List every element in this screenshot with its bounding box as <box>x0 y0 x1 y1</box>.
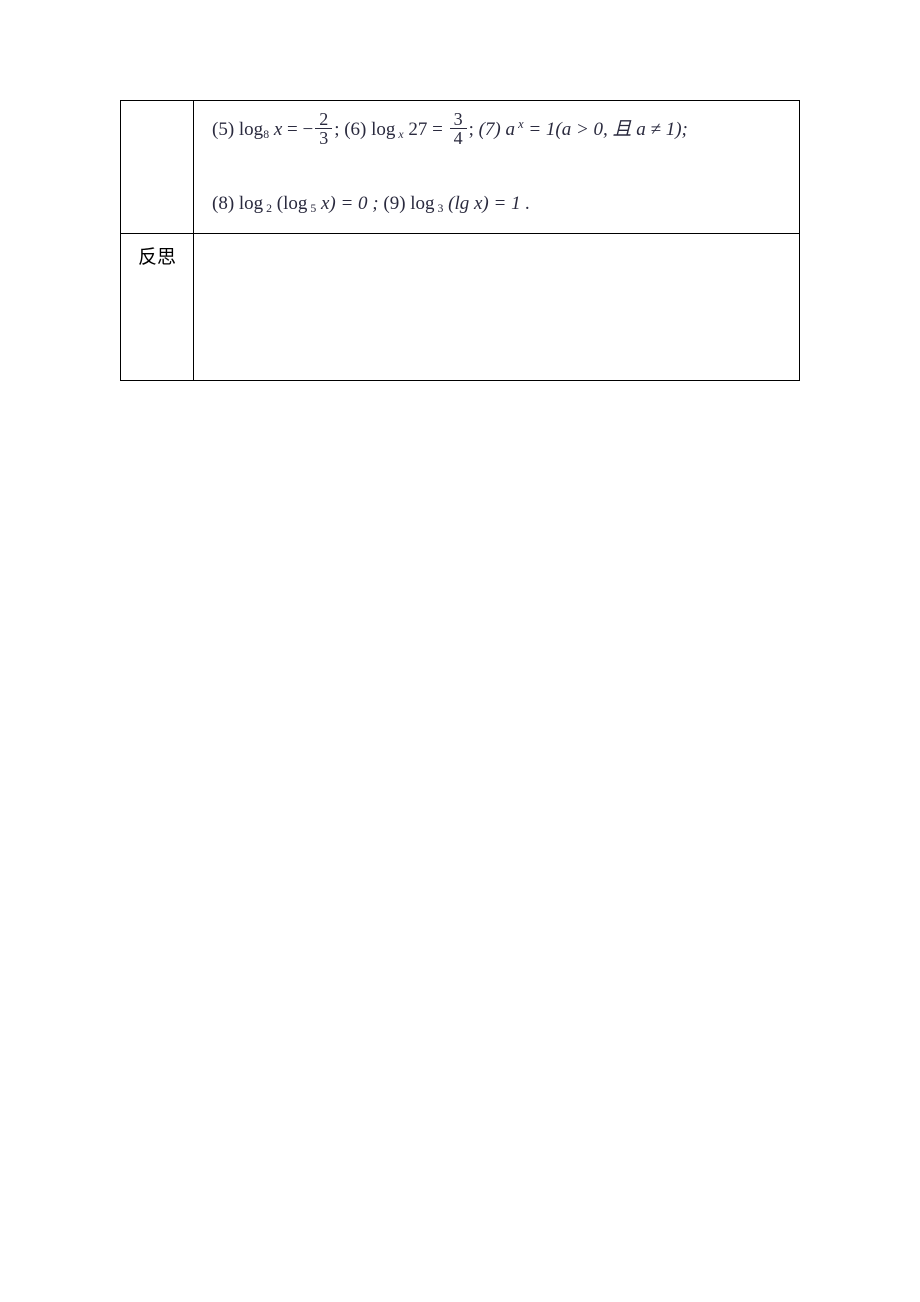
equation-line-1: (5) log8 x = −23; (6) log x 27 = 34; (7)… <box>212 109 781 151</box>
row1-label-cell <box>121 101 194 234</box>
eq9-prefix: (9) log <box>383 193 434 214</box>
eq5-base: 8 <box>263 128 269 141</box>
eq5-suffix: ; <box>334 119 339 140</box>
table-row: 反思 <box>121 233 800 380</box>
eq5-fraction: 23 <box>315 110 332 147</box>
eq9-rest: (lg x) = 1 . <box>443 193 530 214</box>
eq8-base1: 2 <box>263 202 272 215</box>
eq6-eq: = <box>427 119 447 140</box>
eq8-mid: (log <box>272 193 307 214</box>
eq8-rest: x) = 0 ; <box>316 193 378 214</box>
equation-line-2: (8) log 2 (log 5 x) = 0 ; (9) log 3 (lg … <box>212 183 781 225</box>
eq5-prefix: (5) log <box>212 119 263 140</box>
row2-label-cell: 反思 <box>121 233 194 380</box>
eq6-num: 3 <box>450 110 467 129</box>
eq6-base: x <box>395 128 403 141</box>
content-table: (5) log8 x = −23; (6) log x 27 = 34; (7)… <box>120 100 800 381</box>
page: (5) log8 x = −23; (6) log x 27 = 34; (7)… <box>0 0 920 381</box>
table-row: (5) log8 x = −23; (6) log x 27 = 34; (7)… <box>121 101 800 234</box>
eq5-arg: x <box>269 119 282 140</box>
row2-label: 反思 <box>138 247 176 268</box>
eq6-suffix: ; <box>469 119 474 140</box>
eq8-base2: 5 <box>307 202 316 215</box>
eq7-exp: x <box>515 117 524 131</box>
eq5-num: 2 <box>315 110 332 129</box>
row2-content-cell <box>194 233 800 380</box>
eq9-base: 3 <box>435 202 444 215</box>
eq6-den: 4 <box>450 129 467 147</box>
eq5-eq: = − <box>282 119 313 140</box>
eq6-arg: 27 <box>404 119 428 140</box>
row1-content-cell: (5) log8 x = −23; (6) log x 27 = 34; (7)… <box>194 101 800 234</box>
eq5-den: 3 <box>315 129 332 147</box>
eq7-prefix: (7) a <box>479 119 515 140</box>
eq7-rest: = 1(a > 0, 且 a ≠ 1); <box>524 119 688 140</box>
eq6-prefix: (6) log <box>344 119 395 140</box>
eq6-fraction: 34 <box>450 110 467 147</box>
eq8-prefix: (8) log <box>212 193 263 214</box>
